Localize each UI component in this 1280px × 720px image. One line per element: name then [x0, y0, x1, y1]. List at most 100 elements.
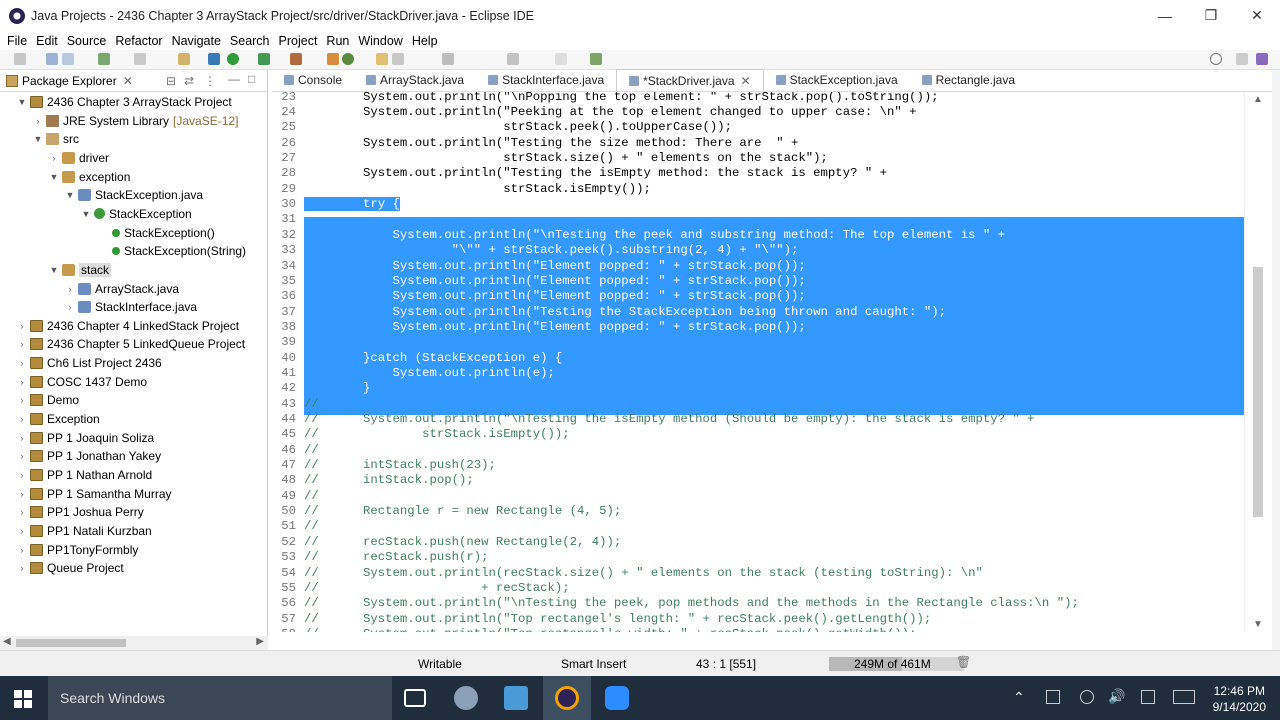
menu-source[interactable]: Source: [67, 34, 107, 48]
code-line[interactable]: 26 System.out.println("Testing the size …: [272, 135, 1244, 150]
code-line[interactable]: 42 }: [272, 381, 1244, 396]
code-line[interactable]: 58 // System.out.println("Top rectangel's…: [272, 626, 1244, 632]
action-center-icon[interactable]: [1141, 690, 1155, 704]
menu-window[interactable]: Window: [358, 34, 402, 48]
collapsed-arrow-icon[interactable]: ›: [16, 545, 28, 555]
tree-item[interactable]: › Queue Project: [16, 559, 124, 577]
code-line[interactable]: 29 strStack.isEmpty());: [272, 181, 1244, 196]
tree-item[interactable]: › PP1TonyFormbly: [16, 541, 139, 559]
build-icon[interactable]: [178, 53, 190, 65]
tree-item[interactable]: › ArrayStack.java: [64, 280, 180, 298]
code-line[interactable]: 36 System.out.println("Element popped: "…: [272, 289, 1244, 304]
external-tools-icon[interactable]: [290, 53, 302, 65]
code-line[interactable]: 46 //: [272, 442, 1244, 457]
skip-breakpoints-icon[interactable]: [98, 53, 110, 65]
code-line[interactable]: 47 // intStack.push(23);: [272, 457, 1244, 472]
code-line[interactable]: 56 // System.out.println("\nTesting the p…: [272, 596, 1244, 611]
code-line[interactable]: 55 // + recStack);: [272, 580, 1244, 595]
code-line[interactable]: 37 System.out.println("Testing the Stack…: [272, 304, 1244, 319]
link-editor-icon[interactable]: ⇄: [184, 74, 194, 88]
tree-item[interactable]: › PP 1 Samantha Murray: [16, 485, 172, 503]
java-perspective-icon[interactable]: [1256, 53, 1268, 65]
collapsed-arrow-icon[interactable]: ›: [16, 358, 28, 368]
editor-tab[interactable]: ArrayStack.java: [354, 69, 476, 91]
tree-item[interactable]: ▼ src: [32, 130, 79, 148]
code-line[interactable]: 32 System.out.println("\nTesting the pee…: [272, 227, 1244, 242]
tree-item[interactable]: › JRE System Library [JavaSE-12]: [32, 112, 239, 130]
open-type-icon[interactable]: [376, 53, 388, 65]
battery-icon[interactable]: [1046, 690, 1060, 704]
code-line[interactable]: 38 System.out.println("Element popped: "…: [272, 319, 1244, 334]
tree-item[interactable]: › COSC 1437 Demo: [16, 373, 148, 391]
new-class-icon[interactable]: [342, 53, 354, 65]
code-line[interactable]: 45 // strStack.isEmpty());: [272, 427, 1244, 442]
tree-item[interactable]: ▼ exception: [48, 168, 131, 186]
code-line[interactable]: 33 "\"" + strStack.peek().substring(2, 4…: [272, 243, 1244, 258]
garbage-collect-icon[interactable]: 🗑: [956, 655, 971, 669]
code-line[interactable]: 53 // recStack.push(r);: [272, 550, 1244, 565]
tree-item[interactable]: › Ch6 List Project 2436: [16, 354, 162, 372]
collapsed-arrow-icon[interactable]: ›: [16, 451, 28, 461]
next-annotation-icon[interactable]: [442, 53, 454, 65]
tree-item[interactable]: › PP 1 Jonathan Yakey: [16, 447, 162, 465]
scroll-right-icon[interactable]: ▶: [256, 636, 264, 647]
code-line[interactable]: 27 strStack.size() + " elements on the s…: [272, 150, 1244, 165]
collapsed-arrow-icon[interactable]: ›: [32, 116, 44, 126]
code-line[interactable]: 51 //: [272, 519, 1244, 534]
code-line[interactable]: 34 System.out.println("Element popped: "…: [272, 258, 1244, 273]
menu-search[interactable]: Search: [230, 34, 270, 48]
tree-item[interactable]: › PP1 Natali Kurzban: [16, 522, 152, 540]
tree-item[interactable]: ▼ stack: [48, 261, 112, 279]
new-icon[interactable]: [14, 53, 26, 65]
windows-start-icon[interactable]: [14, 690, 32, 708]
toggle-icon[interactable]: [134, 53, 146, 65]
collapsed-arrow-icon[interactable]: ›: [16, 339, 28, 349]
collapsed-arrow-icon[interactable]: ›: [16, 377, 28, 387]
code-line[interactable]: 31: [272, 212, 1244, 227]
expanded-arrow-icon[interactable]: ▼: [32, 134, 44, 144]
editor-tab[interactable]: Rectangle.java: [910, 69, 1027, 91]
tree-item[interactable]: › Demo: [16, 391, 80, 409]
scroll-left-icon[interactable]: ◀: [3, 636, 11, 647]
expanded-arrow-icon[interactable]: ▼: [64, 190, 76, 200]
task-view-icon[interactable]: [404, 689, 426, 707]
scroll-down-icon[interactable]: ▼: [1253, 619, 1263, 630]
code-line[interactable]: 44 // System.out.println("\nTesting the i…: [272, 411, 1244, 426]
editor-tab[interactable]: Console: [272, 69, 354, 91]
collapsed-arrow-icon[interactable]: ›: [16, 563, 28, 573]
code-line[interactable]: 24 System.out.println("Peeking at the to…: [272, 104, 1244, 119]
code-line[interactable]: 39: [272, 335, 1244, 350]
restore-button[interactable]: ❐: [1188, 0, 1234, 31]
code-line[interactable]: 48 // intStack.pop();: [272, 473, 1244, 488]
menu-refactor[interactable]: Refactor: [115, 34, 162, 48]
tree-item[interactable]: ▼ StackException.java: [64, 186, 204, 204]
forward-icon[interactable]: [555, 53, 567, 65]
scroll-up-icon[interactable]: ▲: [1253, 94, 1263, 105]
search-icon[interactable]: [1210, 53, 1222, 65]
code-line[interactable]: 43 //: [272, 396, 1244, 411]
tree-item[interactable]: › driver: [48, 149, 110, 167]
code-line[interactable]: 54 // System.out.println(recStack.size() …: [272, 565, 1244, 580]
code-line[interactable]: 30 try {: [272, 196, 1244, 212]
tree-item[interactable]: › StackInterface.java: [64, 298, 198, 316]
save-icon[interactable]: [46, 53, 58, 65]
collapsed-arrow-icon[interactable]: ›: [16, 395, 28, 405]
collapsed-arrow-icon[interactable]: ›: [64, 284, 76, 294]
close-tab-icon[interactable]: ✕: [741, 74, 751, 88]
system-clock[interactable]: 12:46 PM 9/14/2020: [1213, 683, 1266, 715]
coverage-icon[interactable]: [258, 53, 270, 65]
code-line[interactable]: 52 // recStack.push(new Rectangle(2, 4));: [272, 534, 1244, 549]
minimize-view-icon[interactable]: —: [228, 72, 240, 86]
collapsed-arrow-icon[interactable]: ›: [16, 526, 28, 536]
collapsed-arrow-icon[interactable]: ›: [16, 321, 28, 331]
code-line[interactable]: 41 System.out.println(e);: [272, 365, 1244, 380]
code-line[interactable]: 28 System.out.println("Testing the isEmp…: [272, 166, 1244, 181]
tree-item[interactable]: › 2436 Chapter 5 LinkedQueue Project: [16, 335, 246, 353]
network-icon[interactable]: [1080, 690, 1094, 704]
vertical-scrollbar[interactable]: ▲ ▼: [1244, 92, 1272, 632]
back-icon[interactable]: [507, 53, 519, 65]
tree-item[interactable]: › Exception: [16, 410, 100, 428]
menu-run[interactable]: Run: [326, 34, 349, 48]
save-all-icon[interactable]: [62, 53, 74, 65]
pin-editor-icon[interactable]: [590, 53, 602, 65]
